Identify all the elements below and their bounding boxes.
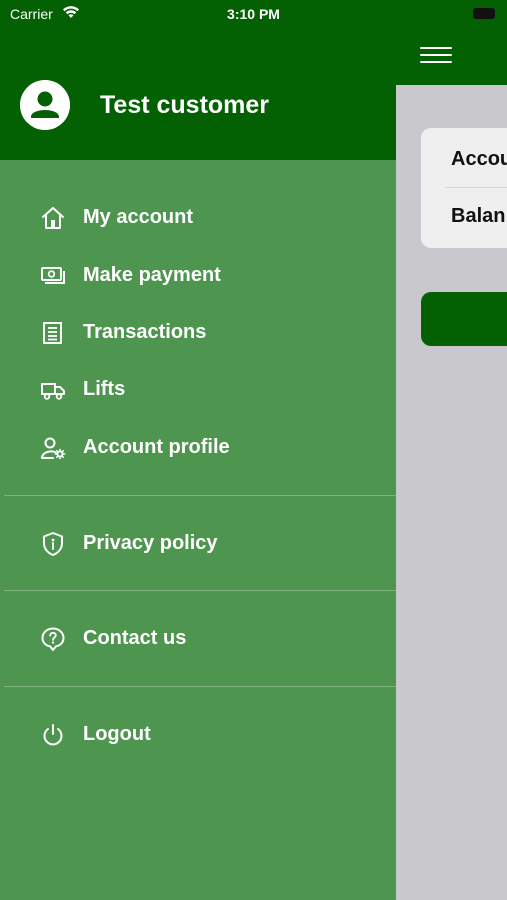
- menu-label-my-account: My account: [83, 206, 194, 228]
- truck-icon: [41, 383, 65, 400]
- menu-item-account-profile[interactable]: Account profile: [0, 423, 396, 473]
- menu-item-lifts[interactable]: Lifts: [0, 365, 396, 415]
- menu-label-make-payment: Make payment: [83, 264, 221, 286]
- avatar: [20, 80, 70, 130]
- account-row-label: Accou: [451, 148, 507, 170]
- menu-label-privacy-policy: Privacy policy: [83, 532, 218, 554]
- shield-info-icon: [43, 532, 63, 556]
- card-divider: [445, 187, 507, 188]
- menu-item-transactions[interactable]: Transactions: [0, 308, 396, 358]
- money-icon: [41, 267, 65, 284]
- menu-item-logout[interactable]: Logout: [0, 710, 396, 760]
- menu-label-contact-us: Contact us: [83, 627, 187, 649]
- user-avatar-icon: [20, 80, 70, 130]
- user-name: Test customer: [100, 91, 270, 119]
- menu-label-logout: Logout: [83, 723, 151, 745]
- menu-label-lifts: Lifts: [83, 378, 126, 400]
- user-gear-icon: [41, 437, 66, 460]
- balance-row-label: Balan: [451, 205, 506, 227]
- drawer-header: Carrier Test customer: [0, 0, 396, 160]
- menu-icon[interactable]: [420, 47, 452, 65]
- menu-item-contact-us[interactable]: Contact us: [0, 614, 396, 664]
- power-icon: [43, 724, 63, 746]
- primary-action-button[interactable]: [421, 292, 507, 346]
- help-icon: [41, 627, 65, 651]
- menu-item-my-account[interactable]: My account: [0, 193, 396, 243]
- receipt-icon: [43, 322, 62, 344]
- navigation-drawer: Carrier Test customer My account Make pa…: [0, 0, 396, 900]
- menu-divider: [4, 686, 396, 687]
- home-icon: [42, 207, 64, 229]
- menu-label-account-profile: Account profile: [83, 436, 230, 458]
- menu-item-make-payment[interactable]: Make payment: [0, 251, 396, 301]
- menu-label-transactions: Transactions: [83, 321, 207, 343]
- status-time: 3:10 PM: [227, 6, 280, 22]
- menu-item-privacy-policy[interactable]: Privacy policy: [0, 519, 396, 569]
- background-screen: Accou Balan: [396, 0, 507, 900]
- menu-divider: [4, 590, 396, 591]
- account-summary-card: Accou Balan: [421, 128, 507, 248]
- menu-divider: [4, 495, 396, 496]
